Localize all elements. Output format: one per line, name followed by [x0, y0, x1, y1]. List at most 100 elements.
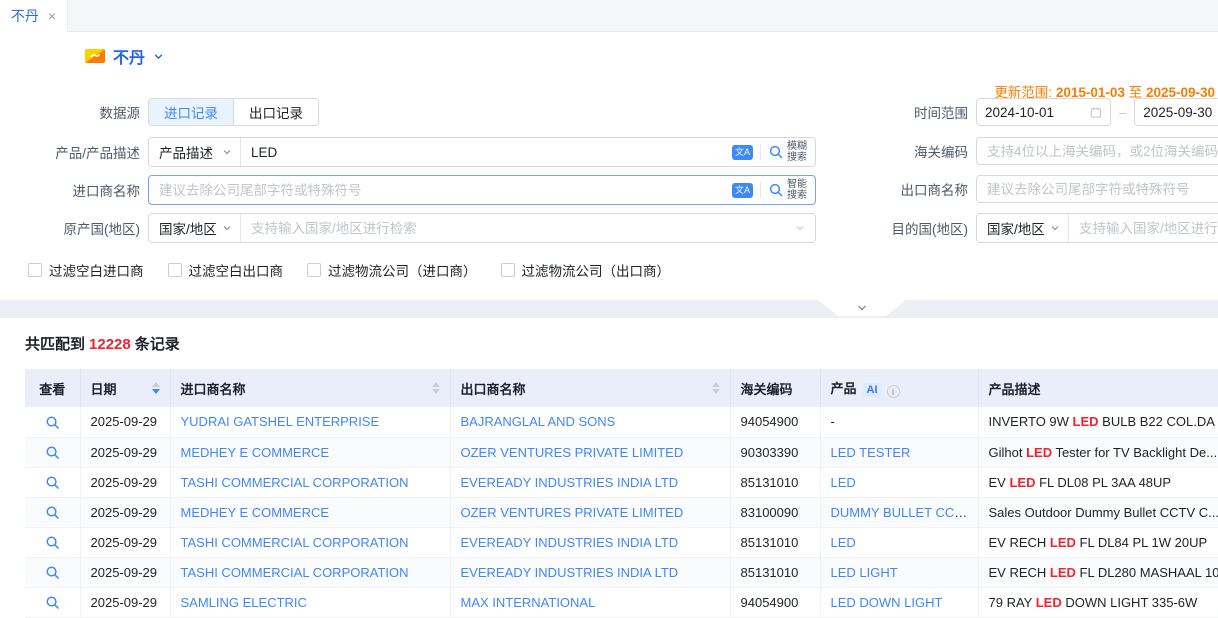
start-date-input[interactable]	[976, 98, 1111, 126]
record-date: 2025-09-29	[80, 407, 170, 437]
product-link[interactable]: LED DOWN LIGHT	[831, 595, 943, 610]
destination-country-select[interactable]: 国家/地区	[977, 214, 1069, 242]
desc-pre: EV	[989, 475, 1010, 490]
tab-title: 不丹	[11, 6, 39, 26]
sort-exporter-button[interactable]	[712, 382, 720, 394]
hs-code-row: 海关编码	[860, 137, 1218, 165]
data-source-label: 数据源	[0, 102, 140, 122]
importer-search-input[interactable]	[149, 176, 732, 204]
import-records-tab[interactable]: 进口记录	[149, 99, 233, 125]
importer-link[interactable]: MEDHEY E COMMERCE	[181, 445, 330, 460]
checkbox-filter-blank-importer[interactable]: 过滤空白进口商	[28, 260, 144, 280]
view-record-icon[interactable]	[45, 595, 60, 610]
record-date: 2025-09-29	[80, 437, 170, 467]
origin-select-value: 国家/地区	[159, 218, 217, 238]
exporter-cell: OZER VENTURES PRIVATE LIMITED	[450, 437, 730, 467]
tab-bhutan[interactable]: 不丹 ×	[0, 0, 68, 32]
translate-icon[interactable]: 文A	[732, 183, 753, 198]
product-type-select[interactable]: 产品描述	[149, 138, 241, 166]
destination-country-input[interactable]	[1069, 214, 1218, 242]
exporter-link[interactable]: BAJRANGLAL AND SONS	[461, 414, 616, 429]
importer-link[interactable]: YUDRAI GATSHEL ENTERPRISE	[181, 414, 380, 429]
end-date-value[interactable]	[1143, 105, 1218, 120]
desc-post: BULB B22 COL.DA ...	[1099, 414, 1218, 429]
origin-country-group: 国家/地区	[148, 213, 816, 243]
start-date-value[interactable]	[985, 105, 1090, 120]
exporter-cell: EVEREADY INDUSTRIES INDIA LTD	[450, 557, 730, 587]
hs-code-input[interactable]	[976, 137, 1218, 165]
product-link[interactable]: DUMMY BULLET CCTV...	[831, 505, 979, 520]
origin-label: 原产国(地区)	[0, 218, 140, 238]
checkbox-filter-logistics-exporter[interactable]: 过滤物流公司（出口商）	[501, 260, 671, 280]
sort-importer-button[interactable]	[432, 382, 440, 394]
header-importer: 进口商名称	[170, 369, 450, 407]
importer-link[interactable]: TASHI COMMERCIAL CORPORATION	[181, 565, 409, 580]
country-header[interactable]: 不丹	[85, 44, 164, 68]
importer-link[interactable]: SAMLING ELECTRIC	[181, 595, 307, 610]
checkbox-icon[interactable]	[28, 263, 42, 277]
export-records-tab[interactable]: 出口记录	[233, 99, 318, 125]
checkbox-icon[interactable]	[168, 263, 182, 277]
bhutan-flag-icon	[85, 49, 105, 63]
info-icon[interactable]: i	[887, 385, 900, 398]
exporter-cell: EVEREADY INDUSTRIES INDIA LTD	[450, 527, 730, 557]
view-record-icon[interactable]	[45, 415, 60, 430]
exporter-link[interactable]: OZER VENTURES PRIVATE LIMITED	[461, 505, 684, 520]
product-link[interactable]: LED	[831, 535, 856, 550]
exporter-link[interactable]: MAX INTERNATIONAL	[461, 595, 596, 610]
product-cell: DUMMY BULLET CCTV...	[820, 497, 978, 527]
origin-country-select[interactable]: 国家/地区	[149, 214, 241, 242]
product-link[interactable]: LED LIGHT	[831, 565, 898, 580]
origin-country-input[interactable]	[241, 214, 795, 242]
checkbox-filter-logistics-importer[interactable]: 过滤物流公司（进口商）	[307, 260, 477, 280]
record-date: 2025-09-29	[80, 467, 170, 497]
hs-code-cell: 90303390	[730, 437, 820, 467]
importer-cell: TASHI COMMERCIAL CORPORATION	[170, 467, 450, 497]
view-record-icon[interactable]	[45, 535, 60, 550]
fuzzy-search-button[interactable]: 模糊搜索	[768, 141, 807, 163]
desc-post: Tester for TV Backlight De...	[1052, 445, 1217, 460]
exporter-link[interactable]: EVEREADY INDUSTRIES INDIA LTD	[461, 535, 679, 550]
product-type-value: 产品描述	[159, 142, 213, 162]
fuzzy-search-line2: 搜索	[787, 152, 807, 163]
view-record-icon[interactable]	[45, 445, 60, 460]
importer-link[interactable]: MEDHEY E COMMERCE	[181, 505, 330, 520]
header-date-label: 日期	[91, 379, 117, 398]
table-row: 2025-09-29 MEDHEY E COMMERCE OZER VENTUR…	[25, 437, 1218, 467]
collapse-filters-button[interactable]	[818, 300, 906, 316]
smart-search-button[interactable]: 智能搜索	[768, 179, 807, 201]
translate-icon[interactable]: 文A	[732, 145, 753, 160]
exporter-link[interactable]: EVEREADY INDUSTRIES INDIA LTD	[461, 475, 679, 490]
view-record-icon[interactable]	[45, 505, 60, 520]
exporter-link[interactable]: EVEREADY INDUSTRIES INDIA LTD	[461, 565, 679, 580]
table-row: 2025-09-29 YUDRAI GATSHEL ENTERPRISE BAJ…	[25, 407, 1218, 437]
view-record-icon[interactable]	[45, 475, 60, 490]
importer-link[interactable]: TASHI COMMERCIAL CORPORATION	[181, 475, 409, 490]
importer-link[interactable]: TASHI COMMERCIAL CORPORATION	[181, 535, 409, 550]
record-date: 2025-09-29	[80, 557, 170, 587]
product-link[interactable]: LED TESTER	[831, 445, 911, 460]
checkbox-icon[interactable]	[307, 263, 321, 277]
desc-highlight: LED	[1026, 445, 1052, 460]
header-view: 查看	[25, 369, 80, 407]
checkbox-filter-blank-exporter[interactable]: 过滤空白出口商	[168, 260, 284, 280]
chevron-down-icon[interactable]	[153, 51, 164, 62]
desc-post: FL DL08 PL 3AA 48UP	[1035, 475, 1171, 490]
checkbox-icon[interactable]	[501, 263, 515, 277]
tab-close-icon[interactable]: ×	[48, 9, 56, 23]
product-link[interactable]: LED	[831, 475, 856, 490]
chevron-down-icon[interactable]	[795, 223, 815, 233]
end-date-input[interactable]	[1134, 98, 1218, 126]
sort-date-button[interactable]	[152, 382, 160, 394]
desc-post: FL DL280 MASHAAL 10...	[1076, 565, 1218, 580]
product-cell: LED TESTER	[820, 437, 978, 467]
product-description: Gilhot LED Tester for TV Backlight De...	[978, 437, 1218, 467]
product-search-input[interactable]	[241, 138, 732, 166]
product-link[interactable]: -	[831, 414, 835, 429]
exporter-link[interactable]: OZER VENTURES PRIVATE LIMITED	[461, 445, 684, 460]
view-record-icon[interactable]	[45, 565, 60, 580]
chevron-down-icon	[856, 303, 868, 313]
exporter-name-input[interactable]	[976, 175, 1218, 203]
result-count-prefix: 共匹配到	[25, 336, 85, 353]
checkbox-label: 过滤空白进口商	[49, 260, 144, 280]
